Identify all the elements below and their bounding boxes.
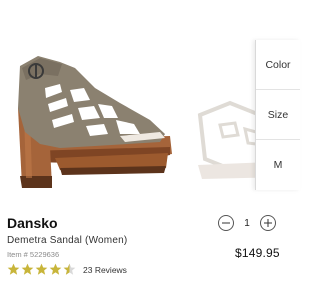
color-option-tab[interactable]: Color bbox=[256, 40, 300, 90]
reviews-link[interactable]: 23 Reviews bbox=[83, 265, 127, 275]
plus-icon bbox=[264, 219, 272, 227]
size-option-label: Size bbox=[267, 108, 289, 121]
product-name: Demetra Sandal (Women) bbox=[7, 235, 128, 246]
color-option-label: Color bbox=[265, 58, 291, 71]
star-icon bbox=[7, 263, 20, 275]
increase-quantity-button[interactable] bbox=[260, 215, 276, 231]
star-icon bbox=[21, 263, 34, 275]
quantity-value: 1 bbox=[244, 217, 250, 229]
star-icon bbox=[35, 263, 48, 275]
size-option-tab[interactable]: Size bbox=[256, 90, 300, 140]
quantity-stepper: 1 bbox=[218, 215, 276, 231]
product-brand: Dansko bbox=[7, 215, 58, 231]
decrease-quantity-button[interactable] bbox=[218, 215, 234, 231]
star-icon bbox=[49, 263, 62, 275]
product-item-number: Item # 5229636 bbox=[7, 250, 60, 259]
product-rating[interactable]: 23 Reviews bbox=[7, 263, 127, 276]
size-value-tab[interactable]: M bbox=[256, 140, 300, 190]
product-image-main[interactable] bbox=[0, 28, 180, 198]
minus-icon bbox=[222, 222, 230, 224]
star-half-icon bbox=[63, 263, 76, 275]
product-price: $149.95 bbox=[235, 246, 280, 260]
product-options-panel: Color Size M bbox=[255, 40, 300, 190]
size-value-label: M bbox=[273, 159, 283, 171]
